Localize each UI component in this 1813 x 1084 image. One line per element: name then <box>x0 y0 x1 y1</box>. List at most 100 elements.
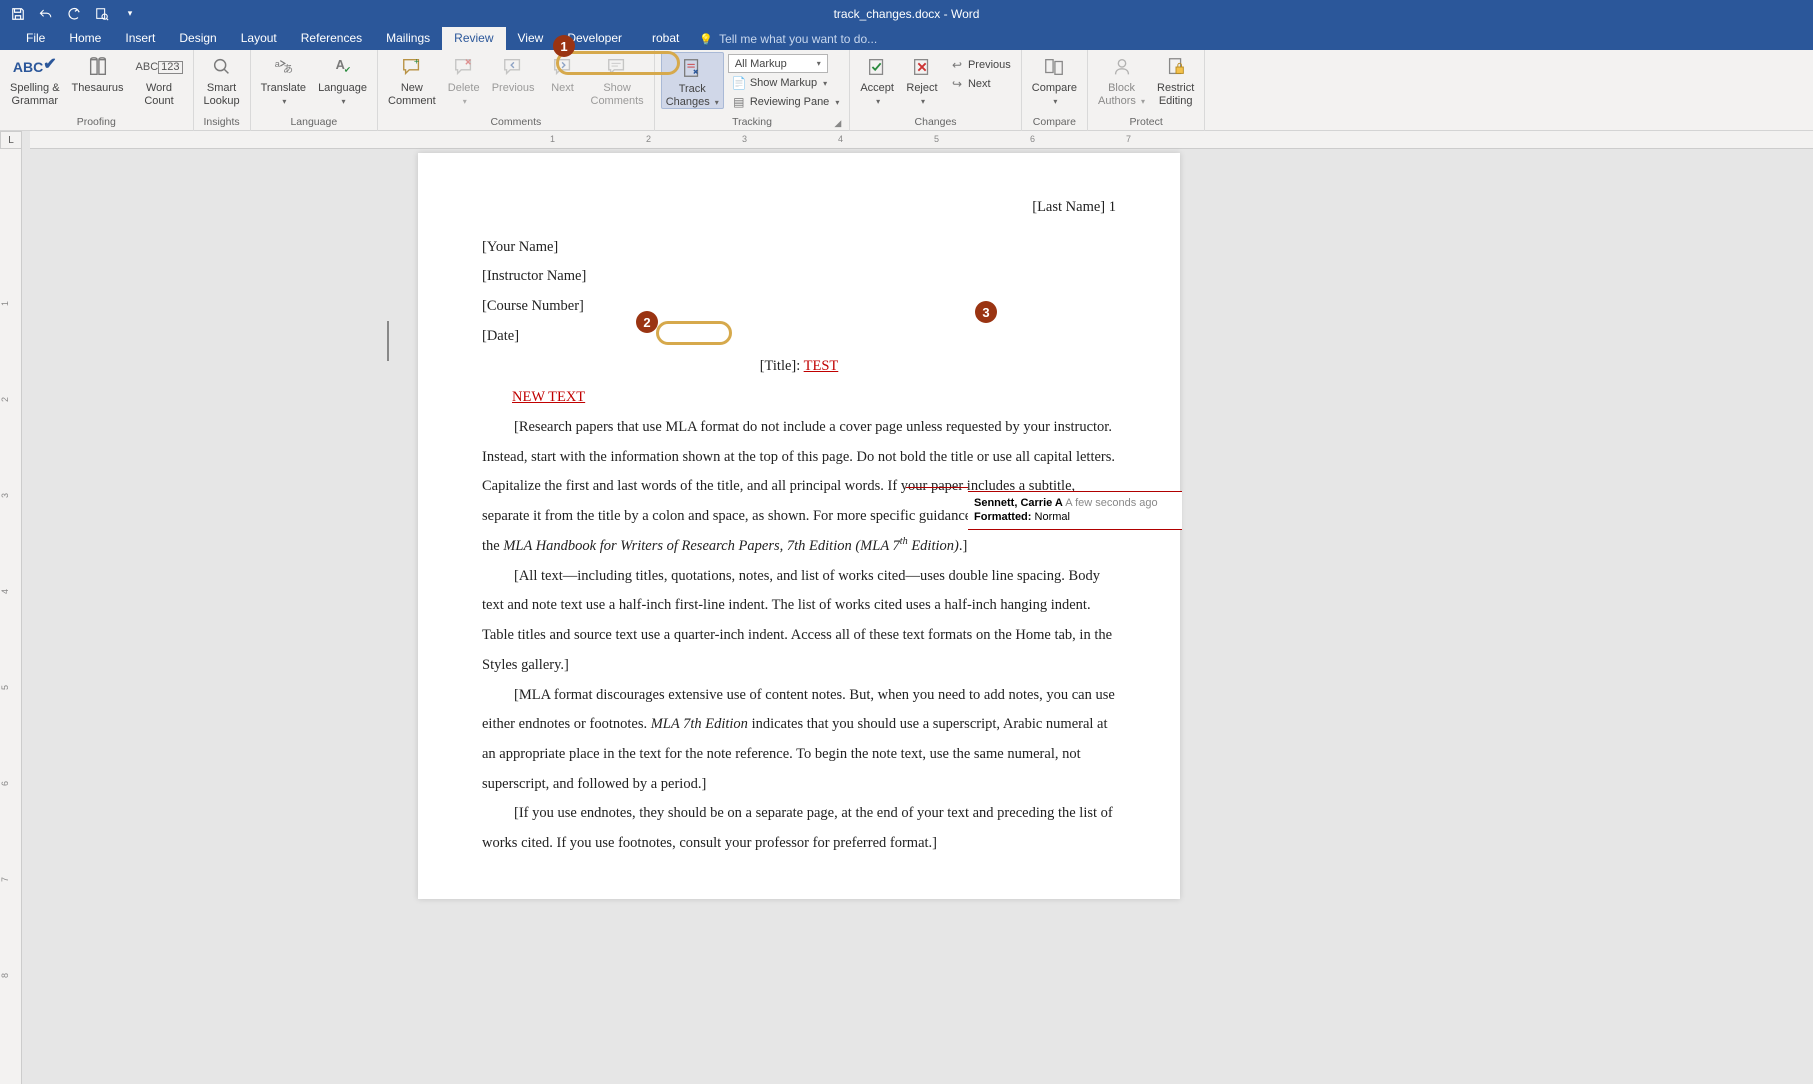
delete-comment-button[interactable]: Delete▾ <box>444 52 484 107</box>
horizontal-ruler[interactable]: 1 2 3 4 5 6 7 <box>30 131 1813 149</box>
redo-icon[interactable] <box>64 4 84 24</box>
field-date: [Date] <box>482 322 1116 352</box>
tab-home[interactable]: Home <box>57 27 113 50</box>
translate-icon: aあ <box>272 54 294 80</box>
group-label-language: Language <box>257 114 371 131</box>
tab-view[interactable]: View <box>506 27 556 50</box>
delete-comment-icon <box>453 54 475 80</box>
compare-icon <box>1043 54 1065 80</box>
spelling-icon: ABC✔ <box>13 54 57 80</box>
reject-icon <box>911 54 933 80</box>
revision-value: Normal <box>1035 511 1070 523</box>
tab-file[interactable]: File <box>14 27 57 50</box>
restrict-editing-icon <box>1165 54 1187 80</box>
tab-acrobat[interactable]: robat <box>640 27 691 50</box>
display-for-review-dropdown[interactable]: All Markup▾ <box>728 54 828 73</box>
inserted-text-new: NEW TEXT <box>512 383 1116 413</box>
language-button[interactable]: A✔ Language▾ <box>314 52 371 107</box>
group-changes: Accept▾ Reject▾ ↩ Previous ↪ Next Change… <box>850 50 1021 131</box>
reviewing-pane-button[interactable]: ▤ Reviewing Pane▾ <box>728 93 844 111</box>
revision-author: Sennett, Carrie A <box>974 497 1063 509</box>
svg-text:あ: あ <box>283 64 293 76</box>
group-label-tracking: Tracking◢ <box>661 114 844 131</box>
previous-change-icon: ↩ <box>950 58 964 72</box>
callout-1: 1 <box>553 35 575 57</box>
group-label-proofing: Proofing <box>6 114 187 131</box>
tab-layout[interactable]: Layout <box>229 27 289 50</box>
group-label-comments: Comments <box>384 114 648 131</box>
group-proofing: ABC✔ Spelling & Grammar Thesaurus ABC123… <box>0 50 194 131</box>
group-label-changes: Changes <box>856 114 1014 131</box>
inserted-text-test: TEST <box>804 358 839 374</box>
block-authors-button[interactable]: Block Authors ▾ <box>1094 52 1149 107</box>
spelling-grammar-button[interactable]: ABC✔ Spelling & Grammar <box>6 52 64 107</box>
previous-change-button[interactable]: ↩ Previous <box>946 56 1015 74</box>
revision-time: A few seconds ago <box>1065 497 1157 509</box>
next-change-button[interactable]: ↪ Next <box>946 75 1015 93</box>
tab-insert[interactable]: Insert <box>113 27 167 50</box>
save-icon[interactable] <box>8 4 28 24</box>
tab-review[interactable]: Review <box>442 27 505 50</box>
previous-comment-button[interactable]: Previous <box>488 52 539 95</box>
qat-customize-icon[interactable]: ▾ <box>120 4 140 24</box>
thesaurus-button[interactable]: Thesaurus <box>68 52 128 95</box>
group-insights: Smart Lookup Insights <box>194 50 251 131</box>
group-protect: Block Authors ▾ Restrict Editing Protect <box>1088 50 1205 131</box>
svg-text:a: a <box>275 59 281 69</box>
tab-mailings[interactable]: Mailings <box>374 27 442 50</box>
body-p2: [All text—including titles, quotations, … <box>482 562 1116 681</box>
revision-balloon[interactable]: Sennett, Carrie A A few seconds ago Form… <box>968 491 1182 530</box>
reject-button[interactable]: Reject▾ <box>902 52 942 107</box>
revision-label: Formatted: <box>974 511 1031 523</box>
field-yourname: [Your Name] <box>482 233 1116 263</box>
translate-button[interactable]: aあ Translate▾ <box>257 52 310 107</box>
field-course: [Course Number] <box>482 292 1116 322</box>
show-markup-button[interactable]: 📄 Show Markup▾ <box>728 74 844 92</box>
undo-icon[interactable] <box>36 4 56 24</box>
field-instructor: [Instructor Name] <box>482 262 1116 292</box>
group-tracking: Track Changes ▾ All Markup▾ 📄 Show Marku… <box>655 50 851 131</box>
print-preview-icon[interactable] <box>92 4 112 24</box>
svg-text:✔: ✔ <box>343 66 350 75</box>
accept-button[interactable]: Accept▾ <box>856 52 898 107</box>
group-label-protect: Protect <box>1094 114 1198 131</box>
restrict-editing-button[interactable]: Restrict Editing <box>1153 52 1198 107</box>
document-area: L 1 2 3 4 5 6 7 1 2 3 4 5 6 7 8 [Last Na… <box>0 131 1813 1084</box>
tell-me-search[interactable]: 💡 Tell me what you want to do... <box>699 32 877 50</box>
group-label-insights: Insights <box>200 114 244 131</box>
next-change-icon: ↪ <box>950 77 964 91</box>
tab-stop-selector[interactable]: L <box>0 131 22 149</box>
callout-2: 2 <box>636 311 658 333</box>
svg-text:+: + <box>414 56 419 66</box>
language-icon: A✔ <box>332 54 354 80</box>
group-label-compare: Compare <box>1028 114 1081 131</box>
accept-icon <box>866 54 888 80</box>
tab-design[interactable]: Design <box>167 27 228 50</box>
tab-references[interactable]: References <box>289 27 374 50</box>
word-count-icon: ABC123 <box>136 54 183 80</box>
compare-button[interactable]: Compare▾ <box>1028 52 1081 107</box>
ribbon-tabs: File Home Insert Design Layout Reference… <box>0 27 1813 50</box>
reviewing-pane-icon: ▤ <box>732 95 746 109</box>
new-comment-button[interactable]: + New Comment <box>384 52 440 107</box>
callout-3: 3 <box>975 301 997 323</box>
show-markup-icon: 📄 <box>732 76 746 90</box>
smart-lookup-button[interactable]: Smart Lookup <box>200 52 244 107</box>
change-bar <box>387 321 389 361</box>
tell-me-placeholder: Tell me what you want to do... <box>719 32 877 46</box>
titlebar: ▾ track_changes.docx - Word <box>0 0 1813 27</box>
revision-connector <box>906 487 968 488</box>
header-lastname: [Last Name] 1 <box>482 193 1116 223</box>
quick-access-toolbar: ▾ <box>0 4 140 24</box>
smart-lookup-icon <box>211 54 233 80</box>
callout-pill-2 <box>656 321 732 345</box>
block-authors-icon <box>1111 54 1133 80</box>
body-p3: [MLA format discourages extensive use of… <box>482 681 1116 800</box>
tracking-dialog-launcher[interactable]: ◢ <box>834 118 841 129</box>
title-line: [Title]: TEST <box>482 352 1116 382</box>
vertical-ruler[interactable]: 1 2 3 4 5 6 7 8 <box>0 149 22 1084</box>
window-title: track_changes.docx - Word <box>834 7 980 21</box>
previous-comment-icon <box>502 54 524 80</box>
word-count-button[interactable]: ABC123 Word Count <box>132 52 187 107</box>
title-prefix: [Title]: <box>760 358 804 374</box>
